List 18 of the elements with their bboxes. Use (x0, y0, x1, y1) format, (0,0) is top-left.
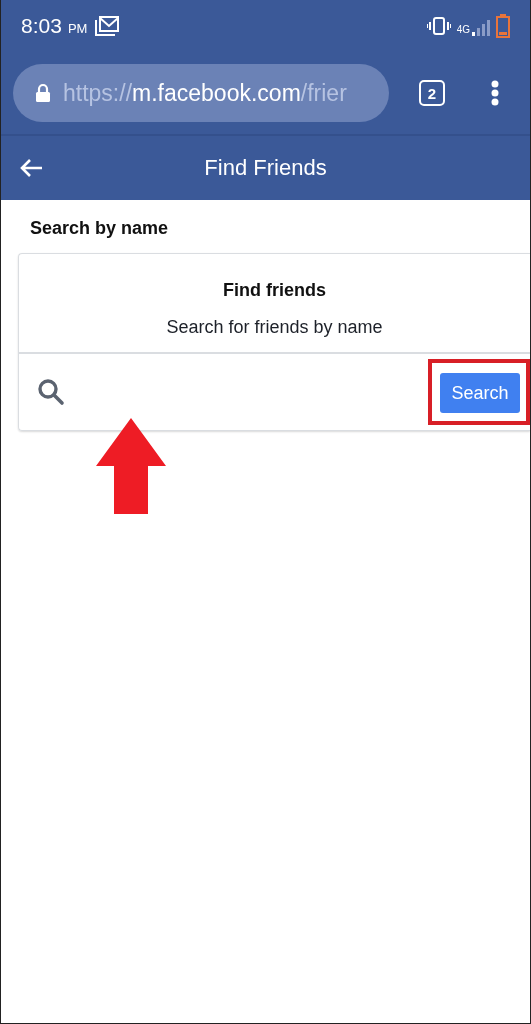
search-button[interactable]: Search (440, 373, 520, 413)
lock-icon (35, 83, 51, 103)
mail-icon (95, 16, 120, 36)
card-title: Find friends (222, 280, 327, 301)
search-icon (37, 378, 65, 406)
network-label: 4G (456, 24, 470, 35)
card-subtitle: Search for friends by name (165, 317, 384, 338)
more-menu-icon[interactable] (491, 80, 499, 106)
clock-period: PM (67, 21, 88, 36)
url-text: https://m.facebook.com/frier (63, 79, 347, 107)
section-title: Search by name (29, 217, 170, 240)
clock-time: 8:03 (21, 14, 62, 38)
tab-count-button[interactable]: 2 (419, 80, 445, 106)
vibrate-icon (426, 16, 451, 36)
page-title: Find Friends (203, 155, 328, 181)
address-bar[interactable]: https://m.facebook.com/frier (13, 64, 389, 122)
back-arrow-icon[interactable] (19, 158, 43, 178)
battery-icon (496, 14, 510, 38)
